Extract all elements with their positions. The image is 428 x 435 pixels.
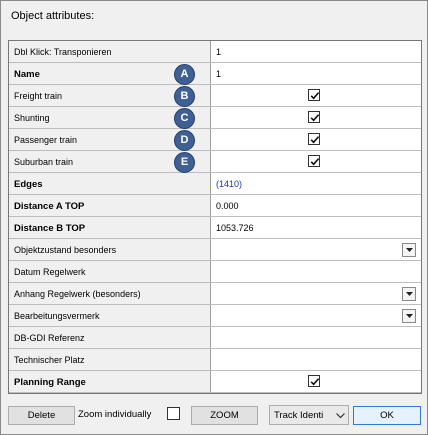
attribute-label: Anhang Regelwerk (besonders) bbox=[14, 289, 141, 299]
attribute-label-cell: Bearbeitungsvermerk bbox=[9, 305, 211, 326]
ok-button[interactable]: OK bbox=[353, 406, 421, 425]
checkmark-icon bbox=[310, 136, 320, 144]
attribute-label: Distance B TOP bbox=[14, 223, 86, 234]
attribute-row[interactable]: Bearbeitungsvermerk bbox=[9, 305, 421, 327]
marker-badge: E bbox=[174, 152, 195, 173]
attribute-label: Edges bbox=[14, 179, 43, 190]
attribute-value: 1 bbox=[216, 69, 222, 79]
attribute-row[interactable]: Technischer Platz bbox=[9, 349, 421, 371]
zoom-individually-label: Zoom individually bbox=[78, 409, 152, 420]
attribute-label: Suburban train bbox=[14, 157, 74, 167]
attribute-label: Technischer Platz bbox=[14, 355, 85, 365]
attribute-label: DB-GDI Referenz bbox=[14, 333, 85, 343]
attribute-row[interactable]: Objektzustand besonders bbox=[9, 239, 421, 261]
attribute-label: Datum Regelwerk bbox=[14, 267, 86, 277]
attribute-value: 1053.726 bbox=[216, 223, 254, 233]
dialog-title: Object attributes: bbox=[11, 10, 95, 22]
chevron-down-icon bbox=[406, 248, 413, 252]
attribute-label-cell: Planning Range bbox=[9, 371, 211, 392]
attribute-grid: Dbl Klick: Transponieren 1 Name A 1 Freight t… bbox=[8, 40, 422, 394]
attribute-value: 0.000 bbox=[216, 201, 239, 211]
attribute-label: Dbl Klick: Transponieren bbox=[14, 47, 112, 57]
track-identifier-value: Track Identi bbox=[274, 410, 324, 421]
chevron-down-icon bbox=[336, 413, 345, 419]
chevron-down-icon bbox=[406, 314, 413, 318]
attribute-label: Freight train bbox=[14, 91, 63, 101]
attribute-label-cell: Dbl Klick: Transponieren bbox=[9, 41, 211, 62]
marker-badge: B bbox=[174, 86, 195, 107]
attribute-checkbox[interactable] bbox=[308, 155, 320, 167]
attribute-row[interactable]: Freight train B bbox=[9, 85, 421, 107]
attribute-label-cell: Datum Regelwerk bbox=[9, 261, 211, 282]
attribute-value: 1 bbox=[216, 47, 222, 57]
attribute-label-cell: Distance B TOP bbox=[9, 217, 211, 238]
attribute-label-cell: Edges bbox=[9, 173, 211, 194]
zoom-button[interactable]: ZOOM bbox=[191, 406, 258, 425]
attribute-label: Objektzustand besonders bbox=[14, 245, 117, 255]
attribute-row[interactable]: Edges (1410) bbox=[9, 173, 421, 195]
delete-button[interactable]: Delete bbox=[8, 406, 75, 425]
attribute-label-cell: DB-GDI Referenz bbox=[9, 327, 211, 348]
attribute-dropdown-button[interactable] bbox=[402, 287, 416, 301]
attribute-row[interactable]: Distance A TOP 0.000 bbox=[9, 195, 421, 217]
attribute-row[interactable]: Passenger train D bbox=[9, 129, 421, 151]
checkmark-icon bbox=[310, 378, 320, 386]
attribute-row[interactable]: DB-GDI Referenz bbox=[9, 327, 421, 349]
attribute-label: Shunting bbox=[14, 113, 50, 123]
attribute-row[interactable]: Distance B TOP 1053.726 bbox=[9, 217, 421, 239]
attribute-checkbox[interactable] bbox=[308, 133, 320, 145]
attribute-row[interactable]: Datum Regelwerk bbox=[9, 261, 421, 283]
object-attributes-dialog: Object attributes: Dbl Klick: Transponie… bbox=[0, 0, 428, 435]
attribute-row[interactable]: Dbl Klick: Transponieren 1 bbox=[9, 41, 421, 63]
track-identifier-select[interactable]: Track Identi bbox=[269, 405, 349, 425]
attribute-label-cell: Technischer Platz bbox=[9, 349, 211, 370]
zoom-individually-checkbox[interactable] bbox=[167, 407, 180, 420]
attribute-checkbox[interactable] bbox=[308, 375, 320, 387]
attribute-label: Name bbox=[14, 69, 40, 80]
checkmark-icon bbox=[310, 92, 320, 100]
attribute-row[interactable]: Suburban train E bbox=[9, 151, 421, 173]
checkmark-icon bbox=[310, 114, 320, 122]
marker-badge: A bbox=[174, 64, 195, 85]
attribute-dropdown-button[interactable] bbox=[402, 243, 416, 257]
attribute-row[interactable]: Name A 1 bbox=[9, 63, 421, 85]
attribute-label: Planning Range bbox=[14, 377, 86, 388]
attribute-row[interactable]: Anhang Regelwerk (besonders) bbox=[9, 283, 421, 305]
attribute-label: Distance A TOP bbox=[14, 201, 85, 212]
attribute-label: Passenger train bbox=[14, 135, 78, 145]
attribute-label-cell: Objektzustand besonders bbox=[9, 239, 211, 260]
attribute-checkbox[interactable] bbox=[308, 111, 320, 123]
attribute-label-cell: Distance A TOP bbox=[9, 195, 211, 216]
marker-badge: C bbox=[174, 108, 195, 129]
attribute-label-cell: Anhang Regelwerk (besonders) bbox=[9, 283, 211, 304]
attribute-checkbox[interactable] bbox=[308, 89, 320, 101]
attribute-dropdown-button[interactable] bbox=[402, 309, 416, 323]
attribute-value[interactable]: (1410) bbox=[216, 179, 242, 189]
attribute-row[interactable]: Planning Range bbox=[9, 371, 421, 393]
chevron-down-icon bbox=[406, 292, 413, 296]
marker-badge: D bbox=[174, 130, 195, 151]
attribute-label: Bearbeitungsvermerk bbox=[14, 311, 100, 321]
checkmark-icon bbox=[310, 158, 320, 166]
attribute-row[interactable]: Shunting C bbox=[9, 107, 421, 129]
